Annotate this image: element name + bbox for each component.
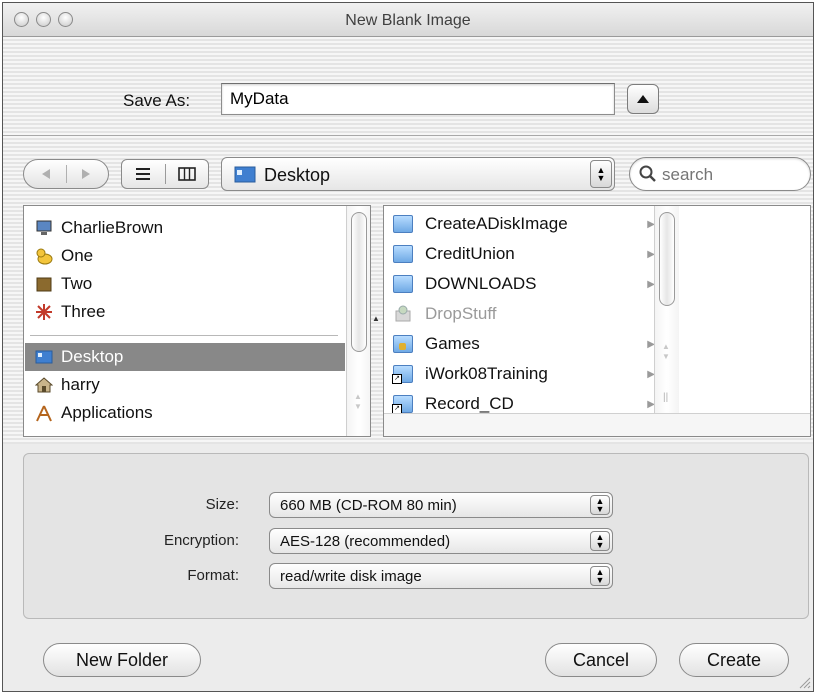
size-popup[interactable]: 660 MB (CD-ROM 80 min) ▲ ▼ bbox=[269, 492, 613, 518]
home-icon bbox=[34, 376, 54, 394]
create-button[interactable]: Create bbox=[679, 643, 789, 677]
size-label: Size: bbox=[205, 496, 239, 513]
format-label: Format: bbox=[187, 567, 239, 584]
search-input[interactable] bbox=[660, 164, 804, 186]
sidebar-item-applications[interactable]: Applications bbox=[25, 399, 345, 427]
desktop-icon bbox=[35, 348, 53, 366]
sidebar-item-label: Desktop bbox=[61, 347, 124, 366]
create-label: Create bbox=[706, 650, 762, 670]
back-arrow-icon[interactable] bbox=[26, 160, 66, 188]
sidebar-item-charliebrown[interactable]: CharlieBrown bbox=[25, 214, 345, 242]
encryption-stepper: ▲ ▼ bbox=[590, 531, 610, 551]
sidebar-item-desktop[interactable]: Desktop bbox=[25, 343, 345, 371]
encryption-popup[interactable]: AES-128 (recommended) ▲ ▼ bbox=[269, 528, 613, 554]
file-item-creditunion[interactable]: CreditUnion ▶ bbox=[385, 239, 655, 269]
search-box bbox=[629, 157, 811, 191]
box-icon bbox=[35, 275, 53, 293]
triangle-up-icon bbox=[637, 95, 649, 103]
save-as-field[interactable] bbox=[221, 83, 615, 115]
sidebar-item-label: CharlieBrown bbox=[61, 218, 164, 237]
files-scrollbar[interactable]: ▲ ▼ || bbox=[654, 206, 679, 414]
folder-icon bbox=[393, 275, 413, 293]
file-item-createadiskimage[interactable]: CreateADiskImage ▶ bbox=[385, 209, 655, 239]
column-resize-handle-icon[interactable]: || bbox=[663, 392, 668, 403]
splat-icon bbox=[35, 303, 53, 321]
size-stepper: ▲ ▼ bbox=[590, 495, 610, 515]
new-folder-label: New Folder bbox=[75, 650, 169, 670]
horizontal-scrollbar[interactable] bbox=[384, 413, 810, 436]
sidebar-item-label: One bbox=[61, 246, 94, 265]
sidebar-item-three[interactable]: Three bbox=[25, 298, 345, 326]
file-item-dropstuff: DropStuff bbox=[385, 299, 655, 329]
scroll-arrows-icon[interactable]: ▲ ▼ bbox=[354, 392, 362, 412]
sidebar-item-harry[interactable]: harry bbox=[25, 371, 345, 399]
new-folder-button[interactable]: New Folder bbox=[43, 643, 201, 677]
scroll-arrows-icon[interactable]: ▲ ▼ bbox=[662, 342, 670, 362]
file-item-label: Record_CD bbox=[425, 394, 514, 413]
desktop-folder-icon bbox=[234, 166, 256, 183]
cancel-button[interactable]: Cancel bbox=[545, 643, 657, 677]
resize-grip-icon[interactable] bbox=[797, 675, 811, 689]
format-popup[interactable]: read/write disk image ▲ ▼ bbox=[269, 563, 613, 589]
sidebar-item-one[interactable]: One bbox=[25, 242, 345, 270]
forward-arrow-icon[interactable] bbox=[68, 160, 108, 188]
file-item-label: CreditUnion bbox=[425, 244, 515, 263]
file-item-label: Games bbox=[425, 334, 480, 353]
file-item-label: CreateADiskImage bbox=[425, 214, 568, 233]
format-stepper: ▲ ▼ bbox=[590, 566, 610, 586]
folder-icon bbox=[393, 245, 413, 263]
column-view-icon[interactable] bbox=[166, 160, 208, 188]
new-blank-image-dialog: New Blank Image Save As: MyData Desktop … bbox=[2, 2, 814, 692]
sidebar-item-two[interactable]: Two bbox=[25, 270, 345, 298]
files-pane: CreateADiskImage ▶ CreditUnion ▶ DOWNLOA… bbox=[383, 205, 811, 437]
file-item-downloads[interactable]: DOWNLOADS ▶ bbox=[385, 269, 655, 299]
list-view-icon[interactable] bbox=[122, 160, 164, 188]
location-label: Desktop bbox=[264, 165, 331, 185]
computer-icon bbox=[35, 219, 53, 237]
sidebar-pane: CharlieBrown One Two Three Desktop harry… bbox=[23, 205, 371, 437]
sidebar-item-label: Applications bbox=[61, 403, 153, 422]
dropstuff-app-icon bbox=[393, 305, 413, 323]
view-mode-control bbox=[121, 159, 209, 189]
sidebar-separator bbox=[30, 335, 338, 336]
size-value: 660 MB (CD-ROM 80 min) bbox=[280, 497, 457, 514]
search-icon bbox=[639, 165, 656, 182]
location-popup[interactable]: Desktop ▲ ▼ bbox=[221, 157, 615, 191]
folder-icon bbox=[393, 215, 413, 233]
encryption-value: AES-128 (recommended) bbox=[280, 533, 451, 550]
file-item-label: DropStuff bbox=[425, 304, 497, 323]
alias-folder-icon: ↗ bbox=[392, 365, 413, 384]
sidebar-item-label: Two bbox=[61, 274, 93, 293]
file-item-games[interactable]: Games ▶ bbox=[385, 329, 655, 359]
alias-folder-icon: ↗ bbox=[392, 395, 413, 414]
scrollbar-thumb[interactable] bbox=[351, 212, 367, 352]
applications-icon bbox=[35, 404, 53, 422]
window-title: New Blank Image bbox=[345, 12, 471, 29]
column-resize-icon[interactable]: ▲ bbox=[372, 314, 380, 323]
sidebar-scrollbar[interactable]: ▲ ▼ bbox=[346, 206, 370, 436]
duck-icon bbox=[35, 247, 53, 265]
title-bar: New Blank Image bbox=[3, 3, 813, 37]
scrollbar-thumb[interactable] bbox=[659, 212, 675, 306]
format-value: read/write disk image bbox=[280, 568, 422, 585]
save-as-label: Save As: bbox=[123, 91, 191, 110]
sidebar-item-label: Three bbox=[61, 302, 106, 321]
encryption-label: Encryption: bbox=[163, 532, 239, 549]
collapse-dialog-button[interactable] bbox=[627, 84, 659, 114]
file-item-iwork08training[interactable]: ↗ iWork08Training ▶ bbox=[385, 359, 655, 389]
back-forward-control bbox=[23, 159, 109, 189]
folder-lock-icon bbox=[393, 335, 413, 353]
sidebar-item-label: harry bbox=[61, 375, 100, 394]
file-item-label: iWork08Training bbox=[425, 364, 548, 383]
cancel-label: Cancel bbox=[572, 650, 630, 670]
location-stepper: ▲ ▼ bbox=[590, 160, 612, 188]
file-item-label: DOWNLOADS bbox=[425, 274, 537, 293]
